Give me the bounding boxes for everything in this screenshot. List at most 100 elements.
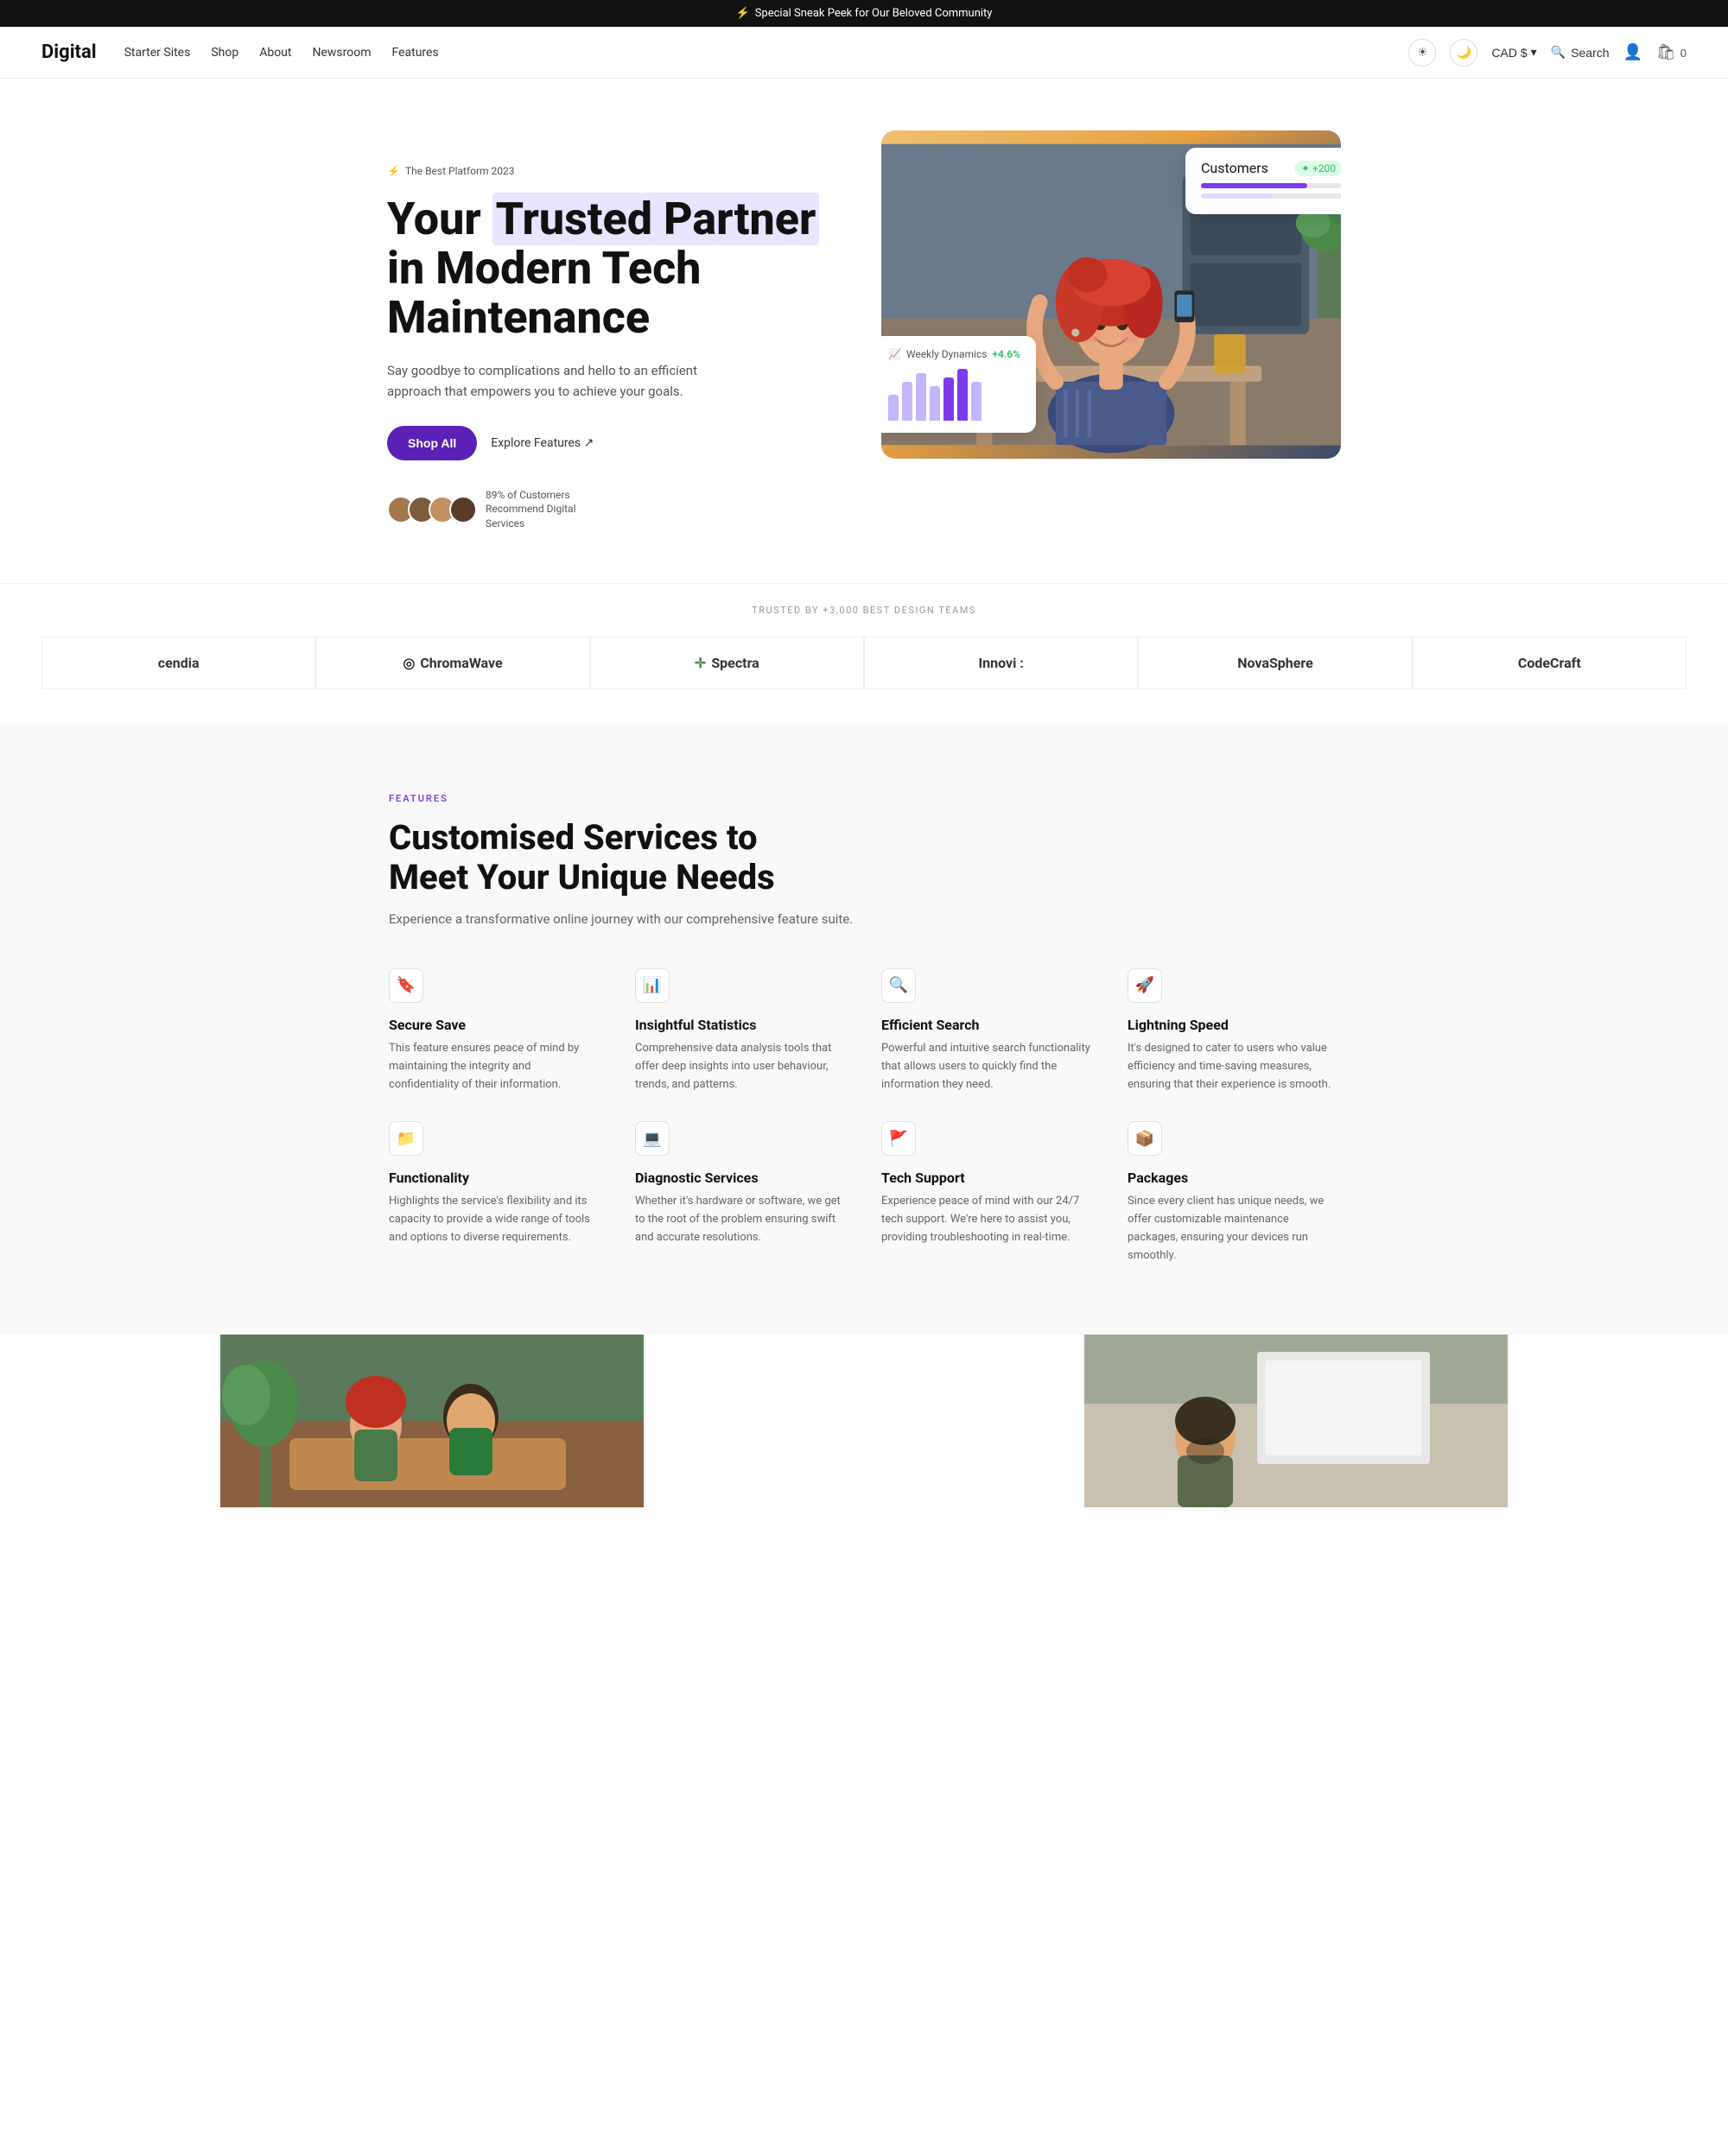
hero-title-start: Your — [387, 193, 492, 245]
search-label: Search — [1571, 46, 1609, 60]
explore-features-link[interactable]: Explore Features ↗ — [491, 436, 594, 450]
package-icon: 📦 — [1135, 1130, 1154, 1148]
feature-efficient-search-name: Efficient Search — [881, 1017, 1093, 1033]
spectra-label: Spectra — [711, 655, 759, 671]
hero-right: Customers ✦ +200 📈 Weekly Dynamics — [881, 130, 1341, 459]
dark-mode-button[interactable]: 🌙 — [1450, 39, 1477, 67]
site-logo[interactable]: Digital — [41, 41, 97, 63]
novasphere-label: NovaSphere — [1237, 655, 1313, 671]
weekly-dynamics-title: Weekly Dynamics — [906, 348, 987, 360]
brand-chromawave: ◎ ChromaWave — [315, 637, 589, 689]
trending-icon: 📈 — [888, 348, 901, 360]
folder-icon: 📁 — [397, 1130, 416, 1148]
badge-lightning-icon: ⚡ — [387, 165, 400, 177]
trusted-label: TRUSTED BY +3,000 BEST DESIGN TEAMS — [41, 605, 1687, 616]
features-title: Customised Services to Meet Your Unique … — [389, 818, 821, 897]
search-button[interactable]: 🔍 Search — [1551, 45, 1610, 60]
customers-progress-bar — [1201, 183, 1341, 188]
bookmark-icon: 🔖 — [397, 976, 416, 994]
rocket-icon: 🚀 — [1135, 976, 1154, 994]
innovi-label: Innovi : — [978, 655, 1023, 671]
hero-buttons: Shop All Explore Features ↗ — [387, 426, 847, 460]
bar-chart-icon: 📊 — [643, 976, 662, 994]
avatar-group — [387, 496, 477, 523]
badge-text: The Best Platform 2023 — [405, 165, 515, 177]
hero-title-end: in Modern Tech Maintenance — [387, 242, 701, 344]
bar-7 — [971, 382, 982, 421]
bar-4 — [930, 386, 940, 421]
feature-insightful-statistics: 📊 Insightful Statistics Comprehensive da… — [635, 968, 847, 1094]
feature-insightful-statistics-name: Insightful Statistics — [635, 1017, 847, 1033]
customers-card-header: Customers ✦ +200 — [1201, 160, 1341, 176]
light-mode-button[interactable]: ☀ — [1408, 39, 1436, 67]
feature-lightning-speed-name: Lightning Speed — [1128, 1017, 1339, 1033]
weekly-dynamics-card: 📈 Weekly Dynamics +4.6% — [881, 336, 1036, 433]
nav-link-shop[interactable]: Shop — [211, 46, 238, 60]
bottom-image-right — [864, 1335, 1728, 1507]
feature-lightning-speed-desc: It's designed to cater to users who valu… — [1128, 1040, 1339, 1094]
account-button[interactable]: 👤 — [1623, 43, 1642, 61]
feature-efficient-search: 🔍 Efficient Search Powerful and intuitiv… — [881, 968, 1093, 1094]
bar-3 — [916, 373, 926, 421]
bottom-right-illustration — [864, 1335, 1728, 1507]
feature-secure-save: 🔖 Secure Save This feature ensures peace… — [389, 968, 600, 1094]
feature-secure-save-name: Secure Save — [389, 1017, 600, 1033]
currency-selector[interactable]: CAD $ ▾ — [1491, 45, 1536, 60]
hero-badge: ⚡ The Best Platform 2023 — [387, 165, 847, 177]
customers-card-title: Customers — [1201, 160, 1268, 176]
cart-button[interactable]: 🛍 0 — [1656, 43, 1687, 61]
insightful-statistics-icon-box: 📊 — [635, 968, 670, 1003]
features-grid: 🔖 Secure Save This feature ensures peace… — [389, 968, 1339, 1265]
shop-all-button[interactable]: Shop All — [387, 426, 477, 460]
feature-diagnostic-services: 💻 Diagnostic Services Whether it's hardw… — [635, 1121, 847, 1265]
brand-spectra: ✛ Spectra — [590, 637, 864, 689]
laptop-icon: 💻 — [643, 1130, 662, 1148]
feature-diagnostic-services-desc: Whether it's hardware or software, we ge… — [635, 1193, 847, 1246]
feature-functionality-name: Functionality — [389, 1170, 600, 1186]
customers-progress-bar-2 — [1201, 193, 1341, 199]
brand-codecraft: CodeCraft — [1413, 637, 1687, 689]
hero-title: Your Trusted Partner in Modern Tech Main… — [387, 194, 847, 343]
feature-tech-support-desc: Experience peace of mind with our 24/7 t… — [881, 1193, 1093, 1246]
lightning-speed-icon-box: 🚀 — [1128, 968, 1162, 1003]
weekly-dynamics-badge: +4.6% — [992, 348, 1020, 360]
social-proof-text: 89% of Customers Recommend Digital Servi… — [486, 488, 607, 531]
brand-cendia: cendia — [41, 637, 315, 689]
bar-5 — [943, 377, 954, 421]
features-tag: FEATURES — [389, 793, 1339, 804]
currency-label: CAD $ — [1491, 46, 1527, 60]
feature-diagnostic-services-name: Diagnostic Services — [635, 1170, 847, 1186]
hero-social-proof: 89% of Customers Recommend Digital Servi… — [387, 488, 847, 531]
nav-link-about[interactable]: About — [259, 46, 291, 60]
feature-packages: 📦 Packages Since every client has unique… — [1128, 1121, 1339, 1265]
hero-title-highlight: Trusted Partner — [492, 193, 820, 245]
currency-chevron-icon: ▾ — [1531, 45, 1537, 60]
customers-bar-fill — [1201, 183, 1307, 188]
chromawave-icon: ◎ — [403, 655, 415, 671]
customers-bar-fill-2 — [1201, 193, 1272, 199]
top-banner: ⚡ Special Sneak Peek for Our Beloved Com… — [0, 0, 1728, 27]
hero-left: ⚡ The Best Platform 2023 Your Trusted Pa… — [387, 130, 847, 531]
spectra-icon: ✛ — [695, 655, 706, 671]
diagnostic-services-icon-box: 💻 — [635, 1121, 670, 1156]
feature-tech-support: 🚩 Tech Support Experience peace of mind … — [881, 1121, 1093, 1265]
functionality-icon-box: 📁 — [389, 1121, 423, 1156]
nav-left: Digital Starter Sites Shop About Newsroo… — [41, 41, 439, 63]
customers-card: Customers ✦ +200 — [1185, 148, 1341, 214]
bottom-images — [0, 1335, 1728, 1507]
hero-description: Say goodbye to complications and hello t… — [387, 360, 733, 402]
cendia-label: cendia — [158, 655, 200, 671]
flag-icon: 🚩 — [889, 1130, 908, 1148]
nav-link-starter-sites[interactable]: Starter Sites — [124, 46, 191, 60]
weekly-bar-chart — [888, 369, 1020, 421]
search-icon: 🔍 — [1551, 45, 1566, 60]
weekly-dynamics-header: 📈 Weekly Dynamics +4.6% — [888, 348, 1020, 360]
nav-link-newsroom[interactable]: Newsroom — [312, 46, 371, 60]
secure-save-icon-box: 🔖 — [389, 968, 423, 1003]
banner-text: Special Sneak Peek for Our Beloved Commu… — [755, 7, 993, 20]
nav-link-features[interactable]: Features — [392, 46, 439, 60]
avatar-4 — [449, 496, 477, 523]
feature-lightning-speed: 🚀 Lightning Speed It's designed to cater… — [1128, 968, 1339, 1094]
customers-card-badge: ✦ +200 — [1294, 161, 1341, 176]
feature-functionality-desc: Highlights the service's flexibility and… — [389, 1193, 600, 1246]
